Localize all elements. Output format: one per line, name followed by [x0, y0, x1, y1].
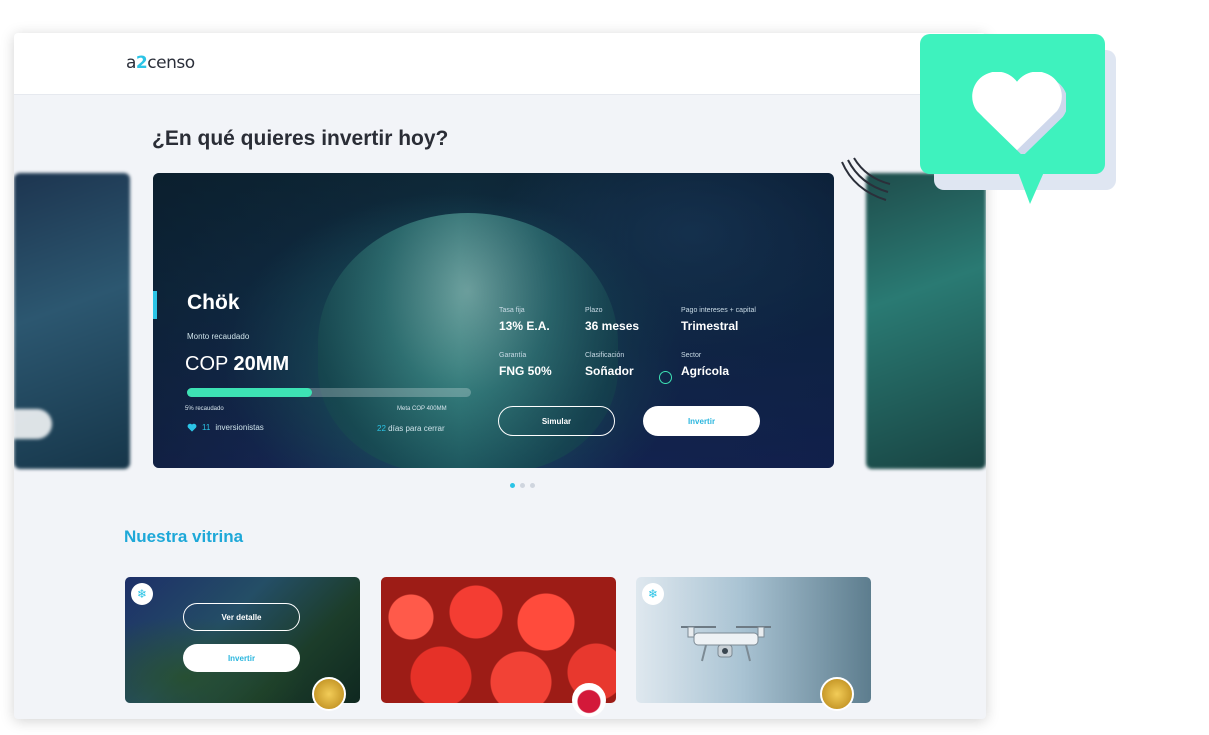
page-heading: ¿En qué quieres invertir hoy? — [152, 127, 449, 150]
simulate-button[interactable]: Simular — [498, 406, 615, 436]
previous-card-button[interactable] — [14, 409, 52, 439]
notification-tail — [1018, 172, 1044, 204]
top-navigation-bar: a2censo — [14, 33, 986, 95]
funding-progress-fill — [187, 388, 312, 397]
fact-rate-label: Tasa fija — [499, 307, 525, 314]
heart-icon — [972, 72, 1066, 154]
fact-rate: Tasa fija 13% E.A. — [499, 307, 550, 333]
funding-goal: Meta COP 400MM — [397, 406, 447, 412]
view-detail-button[interactable]: Ver detalle — [183, 603, 300, 631]
funding-progress-bar — [187, 388, 471, 397]
producer-avatar — [312, 677, 346, 711]
investors-label: inversionistas — [215, 423, 264, 432]
snowflake-icon: ❄ — [642, 583, 664, 605]
fact-payment: Pago intereses + capital Trimestral — [681, 307, 756, 333]
days-to-close: 22 días para cerrar — [377, 424, 445, 433]
days-number: 22 — [377, 424, 386, 433]
logo[interactable]: a2censo — [126, 53, 195, 73]
fact-payment-value: Trimestral — [681, 319, 739, 333]
logo-prefix: a — [126, 53, 136, 73]
invest-button[interactable]: Invertir — [643, 406, 760, 436]
carousel-next-card[interactable] — [866, 173, 986, 469]
carousel-dot[interactable] — [530, 483, 535, 488]
fact-rate-value: 13% E.A. — [499, 319, 550, 333]
logo-accent: 2 — [135, 53, 148, 73]
raised-currency: COP — [185, 353, 228, 375]
raised-amount: COP 20MM — [185, 353, 289, 376]
fact-sector: Sector Agrícola — [681, 352, 729, 378]
raised-label: Monto recaudado — [187, 332, 250, 341]
percent-raised: 5% recaudado — [185, 406, 224, 412]
heart-icon — [187, 423, 197, 432]
days-label: días para cerrar — [388, 424, 445, 433]
thumbnail-invest-button[interactable]: Invertir — [183, 644, 300, 672]
drone-image — [681, 626, 771, 662]
carousel-pagination — [510, 483, 535, 488]
fact-sector-label: Sector — [681, 352, 702, 359]
section-title: Nuestra vitrina — [124, 527, 244, 546]
fact-classification: Clasificación Soñador — [585, 352, 634, 378]
snowflake-icon: ❄ — [131, 583, 153, 605]
classification-info-icon[interactable] — [659, 371, 672, 384]
fact-sector-value: Agrícola — [681, 364, 730, 378]
fact-payment-label: Pago intereses + capital — [681, 307, 756, 314]
title-accent-bar — [153, 291, 157, 319]
fact-term-value: 36 meses — [585, 319, 640, 333]
carousel-dot[interactable] — [520, 483, 525, 488]
investors-count: 11 inversionistas — [187, 423, 264, 432]
fact-classification-label: Clasificación — [585, 352, 625, 359]
fact-guarantee-value: FNG 50% — [499, 364, 552, 378]
fact-term-label: Plazo — [585, 307, 603, 314]
project-name: Chök — [187, 291, 240, 314]
producer-avatar — [820, 677, 854, 711]
carousel-dot[interactable] — [510, 483, 515, 488]
logo-suffix: censo — [147, 53, 195, 73]
fact-guarantee: Garantía FNG 50% — [499, 352, 552, 378]
investors-number: 11 — [202, 423, 211, 432]
fact-classification-value: Soñador — [585, 364, 634, 378]
fact-guarantee-label: Garantía — [499, 352, 527, 359]
sound-waves-icon — [841, 157, 891, 201]
raised-value: 20MM — [233, 353, 290, 375]
producer-avatar — [572, 683, 606, 717]
browser-window: a2censo ¿En qué quieres invertir hoy? Ch… — [14, 33, 986, 719]
carousel-previous-card[interactable] — [14, 173, 130, 469]
featured-project-card: Chök Monto recaudado COP 20MM 5% recauda… — [153, 173, 834, 468]
fact-term: Plazo 36 meses — [585, 307, 639, 333]
